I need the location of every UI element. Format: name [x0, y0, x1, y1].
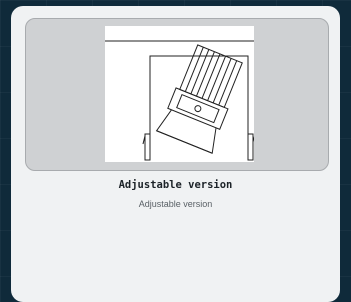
adjustable-lamp [155, 44, 243, 154]
product-title: Adjustable version [118, 179, 233, 191]
left-clip [144, 133, 151, 161]
right-clip [247, 133, 254, 161]
housing-outline [149, 55, 249, 160]
product-drawing [105, 26, 254, 162]
product-image-panel [25, 18, 329, 171]
product-card[interactable]: Adjustable version Adjustable version [11, 6, 340, 302]
product-subtitle: Adjustable version [138, 199, 213, 209]
